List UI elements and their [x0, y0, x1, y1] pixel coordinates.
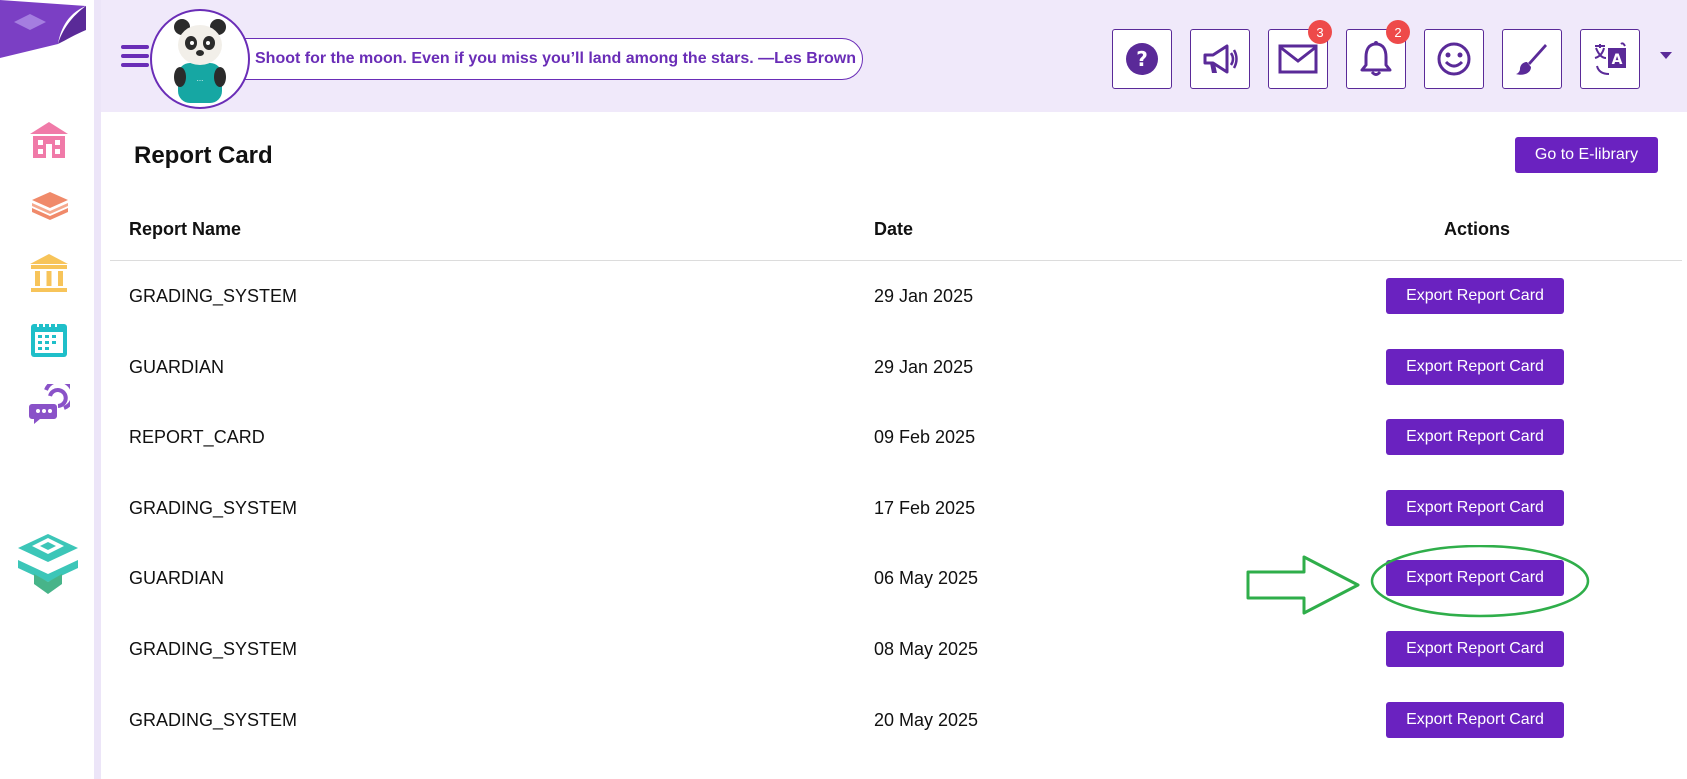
report-name-cell: GUARDIAN: [129, 568, 225, 588]
report-name-cell: GRADING_SYSTEM: [129, 710, 298, 730]
quote-text: Shoot for the moon. Even if you miss you…: [255, 50, 856, 67]
svg-text:···: ···: [197, 77, 204, 85]
table-row: GRADING_SYSTEM 20 May 2025 Export Report…: [110, 686, 1682, 756]
date-cell: 20 May 2025: [874, 710, 979, 730]
corner-logo-icon: [0, 0, 86, 62]
report-name-cell: GUARDIAN: [129, 357, 225, 377]
go-to-elibrary-button[interactable]: Go to E-library: [1515, 137, 1658, 173]
table-row: GRADING_SYSTEM 17 Feb 2025 Export Report…: [110, 474, 1682, 544]
svg-text:?: ?: [1136, 47, 1148, 71]
megaphone-icon: [1203, 44, 1238, 74]
date-cell: 09 Feb 2025: [874, 427, 976, 447]
date-cell: 29 Jan 2025: [874, 357, 974, 377]
mail-icon: [1278, 44, 1318, 74]
theme-button[interactable]: [1502, 29, 1562, 89]
notifications-badge: 2: [1386, 20, 1410, 44]
school-icon[interactable]: [28, 120, 70, 162]
smiley-icon: [1437, 42, 1471, 76]
date-cell: 29 Jan 2025: [874, 286, 974, 306]
column-header-actions: Actions: [1444, 219, 1511, 239]
report-name-cell: GRADING_SYSTEM: [129, 286, 298, 306]
calendar-icon[interactable]: [28, 318, 70, 360]
bell-icon: [1360, 41, 1392, 76]
sidebar: [0, 0, 94, 779]
export-report-card-button[interactable]: Export Report Card: [1386, 278, 1564, 314]
books-icon[interactable]: [28, 186, 70, 228]
brand-logo-icon: [18, 534, 78, 594]
column-header-report-name: Report Name: [129, 219, 242, 239]
sidebar-divider: [94, 0, 101, 779]
table-row: GUARDIAN 29 Jan 2025 Export Report Card: [110, 333, 1682, 403]
messages-button[interactable]: 3: [1268, 20, 1332, 89]
column-header-date: Date: [874, 219, 914, 239]
hamburger-menu-icon[interactable]: [121, 45, 149, 69]
header-divider: [110, 260, 1682, 261]
date-cell: 17 Feb 2025: [874, 498, 976, 518]
export-report-card-button[interactable]: Export Report Card: [1386, 560, 1564, 596]
table-row: REPORT_CARD 09 Feb 2025 Export Report Ca…: [110, 403, 1682, 473]
help-button[interactable]: ?: [1112, 29, 1172, 89]
export-report-card-button[interactable]: Export Report Card: [1386, 349, 1564, 385]
messages-badge: 3: [1308, 20, 1332, 44]
table-row: GRADING_SYSTEM 29 Jan 2025 Export Report…: [110, 262, 1682, 332]
chat-icon[interactable]: [28, 384, 70, 426]
chevron-down-icon[interactable]: [1660, 52, 1672, 59]
date-cell: 08 May 2025: [874, 639, 979, 659]
export-report-card-button[interactable]: Export Report Card: [1386, 490, 1564, 526]
avatar: ···: [150, 9, 250, 109]
feedback-button[interactable]: [1424, 29, 1484, 89]
date-cell: 06 May 2025: [874, 568, 979, 588]
export-report-card-button[interactable]: Export Report Card: [1386, 631, 1564, 667]
report-name-cell: GRADING_SYSTEM: [129, 498, 298, 518]
export-report-card-button[interactable]: Export Report Card: [1386, 419, 1564, 455]
announcements-button[interactable]: [1190, 29, 1250, 89]
table-row: GUARDIAN 06 May 2025 Export Report Card: [110, 544, 1682, 614]
table-row: GRADING_SYSTEM 08 May 2025 Export Report…: [110, 615, 1682, 685]
brush-icon: [1516, 44, 1547, 75]
translate-icon: A: [1594, 42, 1626, 75]
page-title: Report Card: [134, 142, 273, 169]
report-name-cell: REPORT_CARD: [129, 427, 265, 447]
institution-icon[interactable]: [28, 252, 70, 294]
panda-mascot-icon: ···: [174, 19, 226, 103]
language-button[interactable]: A: [1580, 29, 1640, 89]
svg-text:A: A: [1612, 52, 1623, 68]
notifications-button[interactable]: 2: [1346, 20, 1410, 89]
export-report-card-button[interactable]: Export Report Card: [1386, 702, 1564, 738]
report-name-cell: GRADING_SYSTEM: [129, 639, 298, 659]
help-icon: ?: [1126, 43, 1158, 75]
